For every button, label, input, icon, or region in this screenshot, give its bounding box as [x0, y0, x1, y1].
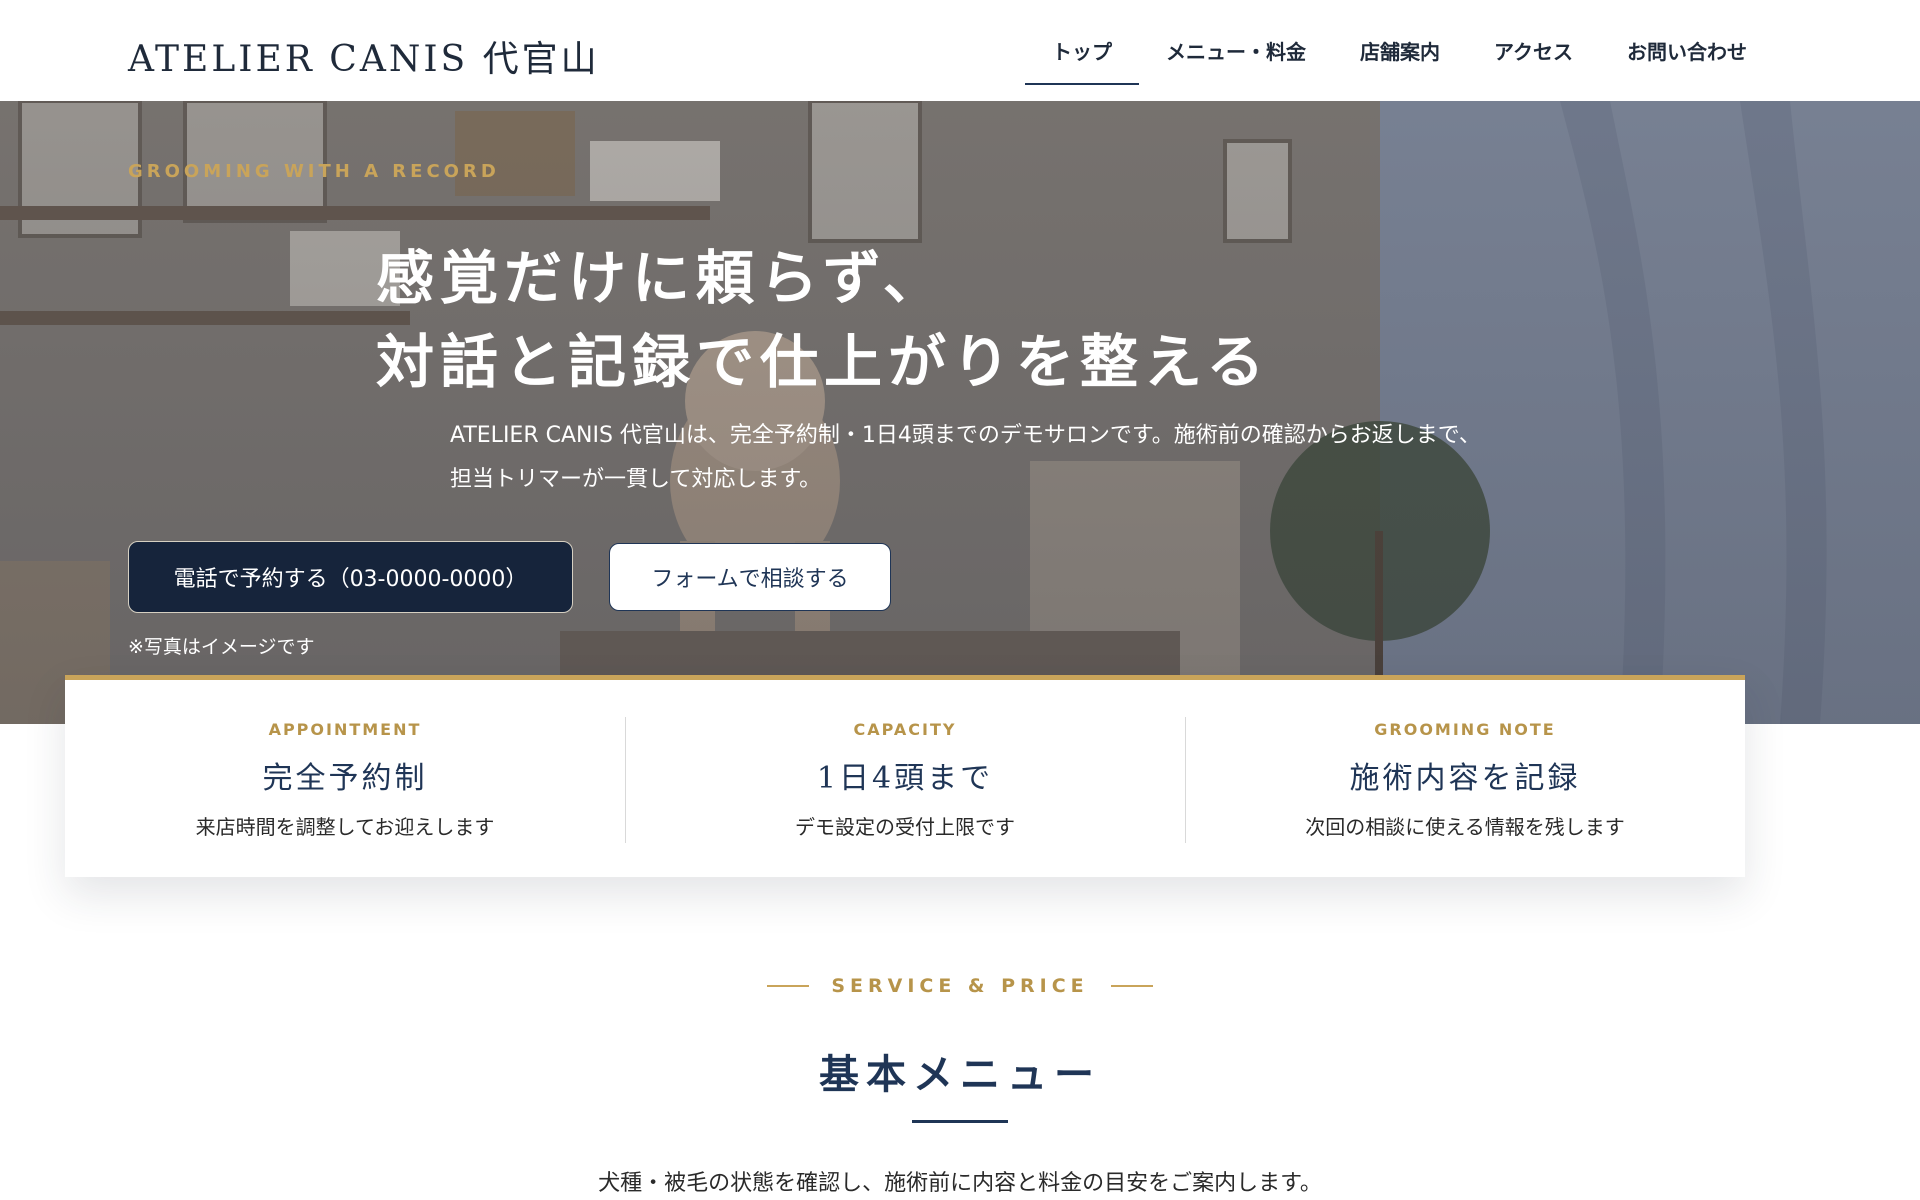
hero-title-line-1: 感覚だけに頼らず、	[376, 244, 947, 312]
eyebrow-line-left	[767, 985, 810, 987]
hero-eyebrow: GROOMING WITH A RECORD	[128, 161, 500, 182]
main-nav: トップ メニュー・料金 店舗案内 アクセス お問い合わせ	[1025, 0, 1774, 101]
feature-eyebrow: CAPACITY	[853, 720, 957, 739]
photo-disclaimer: ※写真はイメージです	[128, 636, 315, 658]
section-eyebrow-text: SERVICE & PRICE	[831, 975, 1089, 997]
nav-item-access[interactable]: アクセス	[1467, 0, 1600, 101]
nav-item-contact[interactable]: お問い合わせ	[1600, 0, 1774, 101]
feature-capacity: CAPACITY 1日4頭まで デモ設定の受付上限です	[625, 680, 1185, 877]
hero-title: 感覚だけに頼らず、 対話と記録で仕上がりを整える	[376, 236, 1270, 404]
hero-overlay	[0, 101, 1920, 724]
nav-item-menu-price[interactable]: メニュー・料金	[1139, 0, 1333, 101]
feature-title: 施術内容を記録	[1349, 761, 1581, 796]
section-lead: 犬種・被毛の状態を確認し、施術前に内容と料金の目安をご案内します。	[598, 1171, 1322, 1196]
eyebrow-line-right	[1110, 985, 1153, 987]
hero-description: ATELIER CANIS 代官山は、完全予約制・1日4頭までのデモサロンです。…	[450, 423, 1481, 492]
feature-description: 次回の相談に使える情報を残します	[1305, 815, 1625, 839]
section-title-rule	[912, 1120, 1008, 1123]
feature-title: 1日4頭まで	[816, 761, 994, 796]
feature-grooming-note: GROOMING NOTE 施術内容を記録 次回の相談に使える情報を残します	[1185, 680, 1745, 877]
feature-eyebrow: APPOINTMENT	[268, 720, 422, 739]
feature-title: 完全予約制	[262, 761, 428, 796]
form-consultation-button[interactable]: フォームで相談する	[609, 543, 891, 611]
phone-reservation-button[interactable]: 電話で予約する（03-0000-0000）	[128, 541, 573, 613]
site-logo[interactable]: ATELIER CANIS 代官山	[128, 30, 600, 82]
hero-title-line-2: 対話と記録で仕上がりを整える	[376, 328, 1271, 396]
nav-item-store-info[interactable]: 店舗案内	[1333, 0, 1467, 101]
hero-section: GROOMING WITH A RECORD 感覚だけに頼らず、 対話と記録で仕…	[0, 101, 1920, 724]
feature-description: デモ設定の受付上限です	[795, 815, 1015, 839]
nav-item-top[interactable]: トップ	[1025, 0, 1139, 101]
section-title: 基本メニュー	[819, 1051, 1101, 1098]
section-eyebrow: SERVICE & PRICE	[0, 975, 1920, 997]
feature-appointment: APPOINTMENT 完全予約制 来店時間を調整してお迎えします	[65, 680, 625, 877]
feature-eyebrow: GROOMING NOTE	[1374, 720, 1556, 739]
feature-description: 来店時間を調整してお迎えします	[195, 815, 495, 839]
site-header: ATELIER CANIS 代官山 トップ メニュー・料金 店舗案内 アクセス …	[0, 0, 1920, 101]
feature-card: APPOINTMENT 完全予約制 来店時間を調整してお迎えします CAPACI…	[65, 675, 1745, 877]
